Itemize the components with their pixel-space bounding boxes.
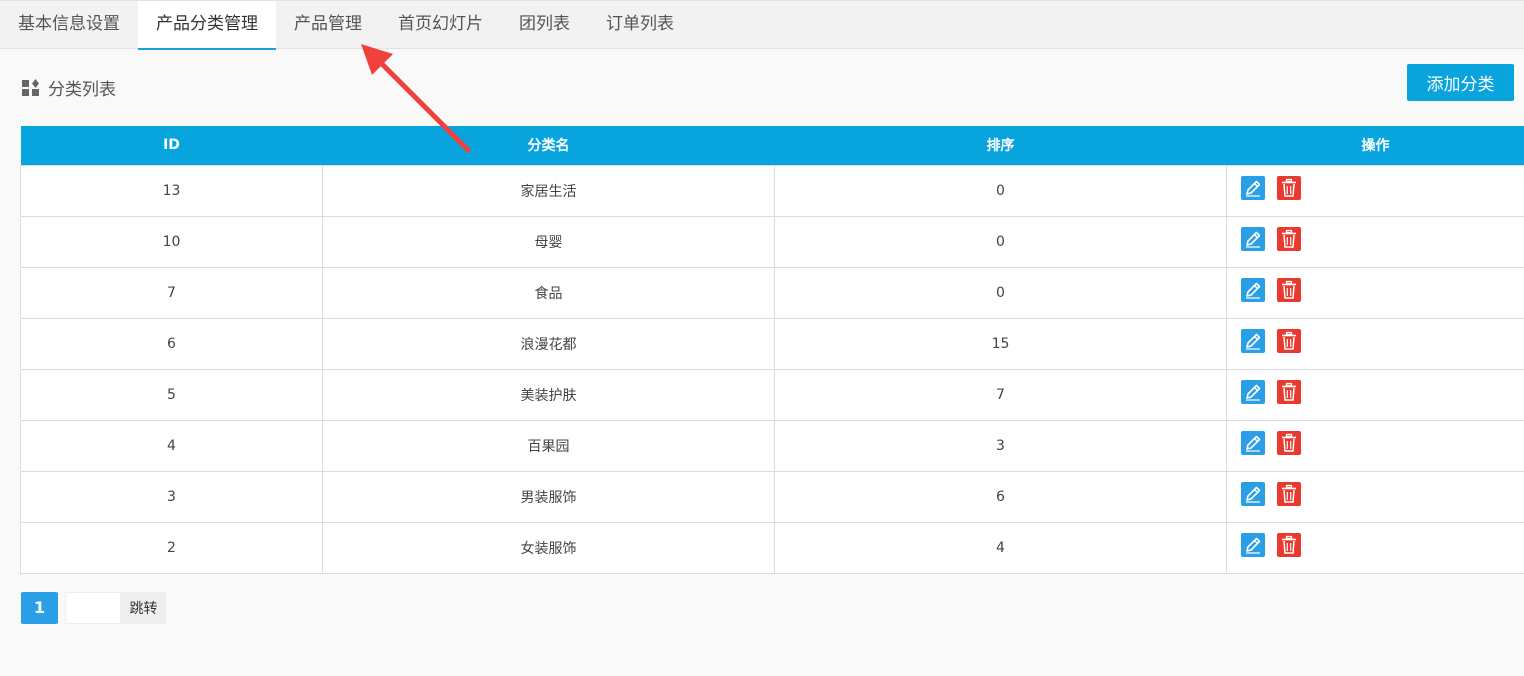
cell-id: 13: [20, 164, 323, 217]
cell-actions: [1226, 368, 1524, 421]
cell-id: 7: [20, 266, 323, 319]
table-row: 3 男装服饰 6: [20, 470, 1524, 523]
cell-id: 4: [20, 419, 323, 472]
cell-actions: [1226, 521, 1524, 574]
page-number-current[interactable]: 1: [21, 592, 58, 624]
table-row: 13 家居生活 0: [20, 164, 1524, 217]
cell-sort-order: 4: [774, 521, 1227, 574]
cell-category-name: 食品: [322, 266, 775, 319]
page-jump-button[interactable]: 跳转: [121, 592, 166, 624]
cell-category-name: 女装服饰: [322, 521, 775, 574]
tab-home-slides[interactable]: 首页幻灯片: [380, 1, 501, 49]
column-header-sort: 排序: [986, 138, 1015, 155]
column-header-actions: 操作: [1361, 138, 1390, 155]
cell-id: 3: [20, 470, 323, 523]
edit-pencil-icon[interactable]: [1241, 532, 1265, 557]
cell-sort-order: 3: [774, 419, 1227, 472]
section-header: 分类列表: [22, 76, 116, 100]
delete-trash-icon[interactable]: [1277, 175, 1301, 200]
tab-basic-info[interactable]: 基本信息设置: [0, 1, 138, 49]
delete-trash-icon[interactable]: [1277, 430, 1301, 455]
edit-pencil-icon[interactable]: [1241, 481, 1265, 506]
delete-trash-icon[interactable]: [1277, 532, 1301, 557]
table-header-row: ID 分类名 排序 操作: [20, 126, 1524, 165]
top-tab-bar: 基本信息设置 产品分类管理 产品管理 首页幻灯片 团列表 订单列表: [0, 0, 1524, 50]
edit-pencil-icon[interactable]: [1241, 226, 1265, 251]
tab-category-management[interactable]: 产品分类管理: [138, 1, 276, 50]
delete-trash-icon[interactable]: [1277, 226, 1301, 251]
cell-category-name: 浪漫花都: [322, 317, 775, 370]
table-row: 10 母婴 0: [20, 215, 1524, 268]
grid-shapes-icon: [22, 78, 39, 96]
delete-trash-icon[interactable]: [1277, 481, 1301, 506]
cell-category-name: 男装服饰: [322, 470, 775, 523]
edit-pencil-icon[interactable]: [1241, 277, 1265, 302]
cell-actions: [1226, 215, 1524, 268]
edit-pencil-icon[interactable]: [1241, 175, 1265, 200]
cell-sort-order: 0: [774, 266, 1227, 319]
edit-pencil-icon[interactable]: [1241, 328, 1265, 353]
page-jump-input[interactable]: [65, 592, 121, 624]
cell-sort-order: 0: [774, 215, 1227, 268]
category-table: ID 分类名 排序 操作 13 家居生活 0 10 母婴 0 7 食品 0 6 浪漫花都 15 5 美装护…: [20, 126, 1524, 574]
cell-id: 10: [20, 215, 323, 268]
table-row: 6 浪漫花都 15: [20, 317, 1524, 370]
cell-actions: [1226, 266, 1524, 319]
cell-actions: [1226, 419, 1524, 472]
add-category-button[interactable]: 添加分类: [1407, 64, 1514, 101]
cell-sort-order: 7: [774, 368, 1227, 421]
cell-sort-order: 6: [774, 470, 1227, 523]
tab-group-list[interactable]: 团列表: [501, 1, 588, 49]
cell-actions: [1226, 317, 1524, 370]
cell-sort-order: 0: [774, 164, 1227, 217]
delete-trash-icon[interactable]: [1277, 328, 1301, 353]
column-header-id: ID: [163, 137, 180, 154]
cell-id: 2: [20, 521, 323, 574]
table-row: 5 美装护肤 7: [20, 368, 1524, 421]
cell-actions: [1226, 164, 1524, 217]
section-title: 分类列表: [48, 79, 116, 100]
tab-product-management[interactable]: 产品管理: [276, 1, 380, 49]
edit-pencil-icon[interactable]: [1241, 430, 1265, 455]
edit-pencil-icon[interactable]: [1241, 379, 1265, 404]
table-row: 7 食品 0: [20, 266, 1524, 319]
table-row: 2 女装服饰 4: [20, 521, 1524, 574]
cell-actions: [1226, 470, 1524, 523]
delete-trash-icon[interactable]: [1277, 379, 1301, 404]
table-row: 4 百果园 3: [20, 419, 1524, 472]
cell-sort-order: 15: [774, 317, 1227, 370]
cell-category-name: 百果园: [322, 419, 775, 472]
cell-category-name: 家居生活: [322, 164, 775, 217]
pagination: 1 跳转: [21, 592, 166, 624]
tab-order-list[interactable]: 订单列表: [588, 1, 692, 49]
delete-trash-icon[interactable]: [1277, 277, 1301, 302]
cell-id: 6: [20, 317, 323, 370]
cell-category-name: 美装护肤: [322, 368, 775, 421]
column-header-name: 分类名: [527, 138, 570, 155]
cell-id: 5: [20, 368, 323, 421]
cell-category-name: 母婴: [322, 215, 775, 268]
